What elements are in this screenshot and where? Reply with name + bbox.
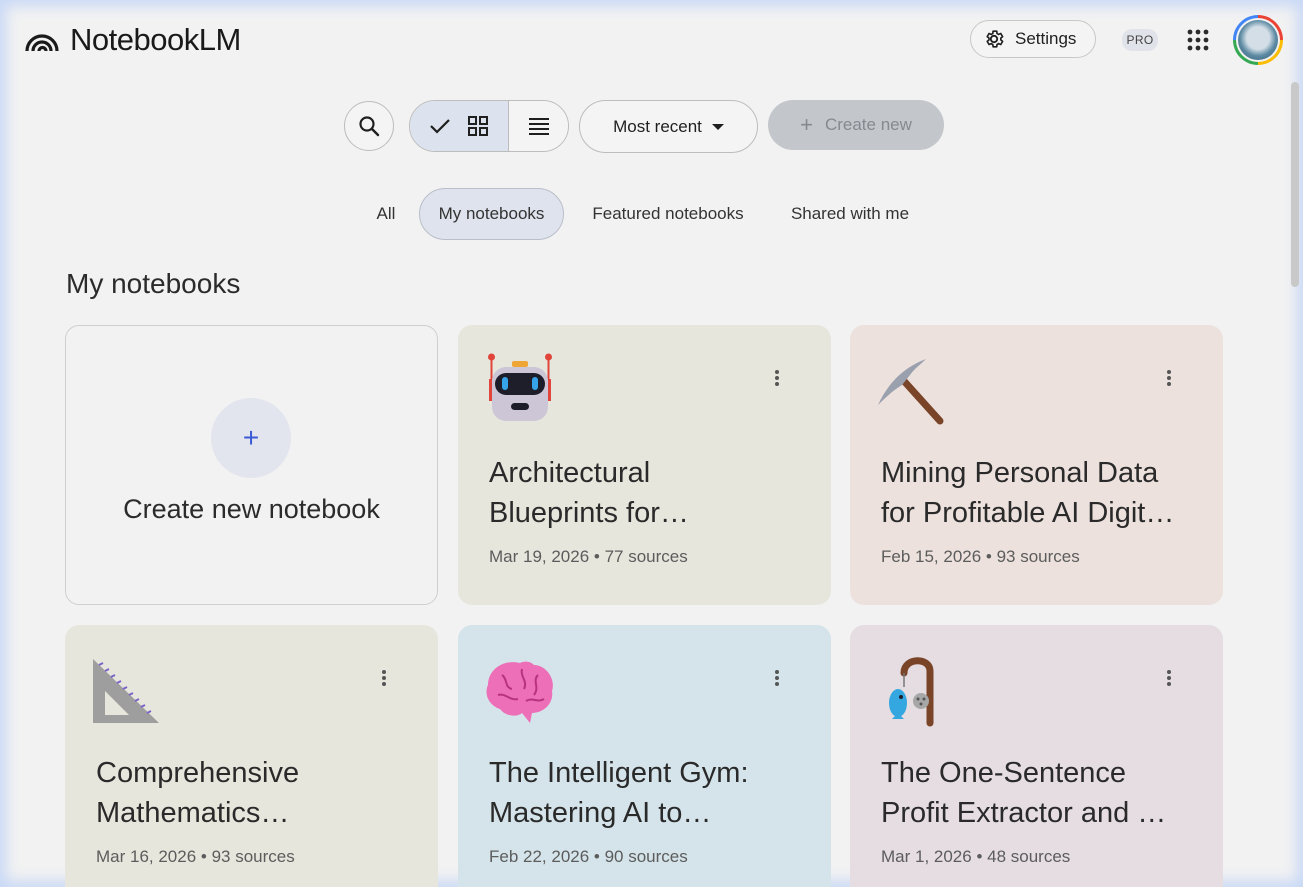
plus-icon: +: [800, 112, 813, 137]
robot-icon: [488, 353, 552, 421]
notebook-meta: Mar 16, 2026 • 93 sources: [96, 847, 295, 866]
tab-my-notebooks[interactable]: My notebooks: [419, 188, 564, 240]
grid-view-button[interactable]: [410, 101, 509, 151]
settings-button[interactable]: Settings: [970, 20, 1096, 58]
avatar-image: [1238, 20, 1278, 60]
plus-icon: +: [211, 398, 291, 478]
notebook-card[interactable]: The One-Sentence Profit Extractor and … …: [850, 625, 1223, 887]
gear-icon: [986, 30, 1004, 48]
more-vert-icon[interactable]: [1165, 670, 1173, 688]
notebook-title: The One-Sentence Profit Extractor and …: [881, 757, 1167, 829]
notebook-meta: Mar 19, 2026 • 77 sources: [489, 547, 688, 566]
notebook-card[interactable]: Comprehensive Mathematics… Mar 16, 2026 …: [65, 625, 438, 887]
caret-down-icon: [711, 123, 724, 130]
notebook-card[interactable]: The Intelligent Gym: Mastering AI to… Fe…: [458, 625, 831, 887]
search-button[interactable]: [344, 101, 394, 151]
list-view-button[interactable]: [509, 101, 568, 151]
app-name: NotebookLM: [70, 22, 241, 57]
create-notebook-card[interactable]: + Create new notebook: [65, 325, 438, 605]
pro-badge: PRO: [1122, 29, 1158, 51]
notebooklm-logo-icon: [25, 34, 59, 52]
list-view-icon: [528, 118, 549, 135]
notebook-meta: Mar 1, 2026 • 48 sources: [881, 847, 1071, 866]
brain-icon: [486, 661, 553, 723]
app-logo[interactable]: NotebookLM: [24, 22, 241, 58]
notebook-title: Architectural Blueprints for…: [489, 457, 689, 529]
create-new-button[interactable]: + Create new: [768, 100, 944, 150]
more-vert-icon[interactable]: [380, 670, 388, 688]
app-window: NotebookLM Settings PRO Most recent + Cr…: [0, 0, 1303, 887]
tab-all[interactable]: All: [366, 188, 406, 240]
notebook-meta: Feb 15, 2026 • 93 sources: [881, 547, 1080, 566]
triangular-ruler-icon: [93, 659, 159, 723]
notebook-title: The Intelligent Gym: Mastering AI to…: [489, 757, 749, 829]
fishing-pole-icon: [889, 657, 934, 727]
notebook-card[interactable]: Architectural Blueprints for… Mar 19, 20…: [458, 325, 831, 605]
grid-view-icon: [468, 116, 488, 136]
more-vert-icon[interactable]: [1165, 370, 1173, 388]
notebook-title: Comprehensive Mathematics…: [96, 757, 300, 829]
notebook-title: Mining Personal Data for Profitable AI D…: [881, 457, 1175, 529]
create-notebook-label: Create new notebook: [123, 494, 380, 524]
filter-tabs: All My notebooks Featured notebooks Shar…: [0, 188, 1303, 240]
pick-icon: [878, 359, 944, 425]
scrollbar[interactable]: [1291, 82, 1299, 287]
more-vert-icon[interactable]: [773, 370, 781, 388]
sort-dropdown[interactable]: Most recent: [579, 100, 758, 153]
check-icon: [430, 119, 450, 134]
sort-label: Most recent: [613, 116, 702, 136]
view-toggle: [409, 100, 569, 152]
apps-grid-icon[interactable]: [1186, 28, 1210, 52]
section-title: My notebooks: [66, 268, 241, 299]
user-avatar[interactable]: [1233, 15, 1283, 65]
create-new-label: Create new: [824, 115, 912, 134]
notebook-meta: Feb 22, 2026 • 90 sources: [489, 847, 688, 866]
notebook-card[interactable]: Mining Personal Data for Profitable AI D…: [850, 325, 1223, 605]
tab-featured-notebooks[interactable]: Featured notebooks: [578, 188, 758, 240]
settings-label: Settings: [1015, 29, 1077, 48]
search-icon: [359, 116, 380, 137]
more-vert-icon[interactable]: [773, 670, 781, 688]
tab-shared-with-me[interactable]: Shared with me: [776, 188, 924, 240]
